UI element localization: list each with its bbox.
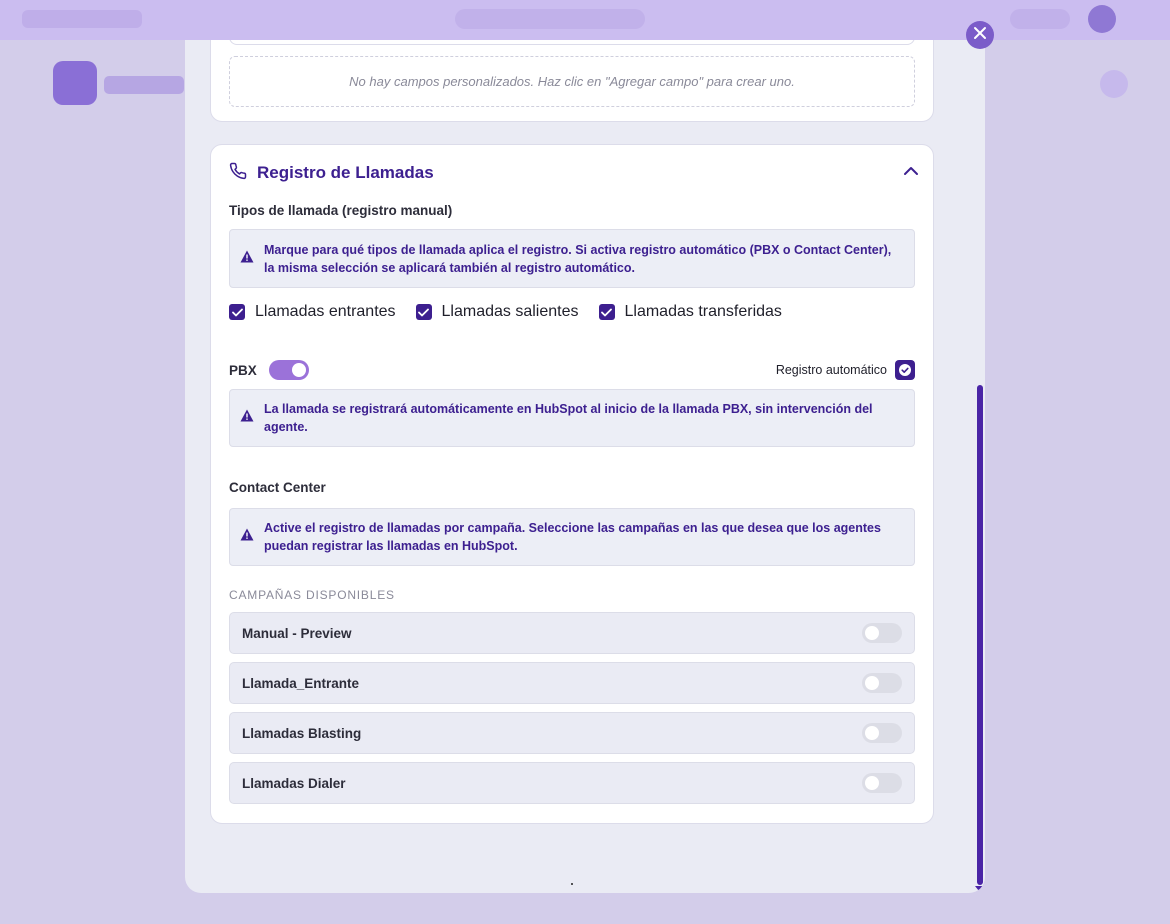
pbx-info: La llamada se registrará automáticamente… [229,389,915,447]
contact-center-info-text: Active el registro de llamadas por campa… [264,521,881,553]
phone-icon [229,162,247,185]
campaign-row: Manual - Preview [229,612,915,654]
check-incoming-calls[interactable]: Llamadas entrantes [229,303,396,321]
check-transferred-label: Llamadas transferidas [624,303,782,320]
check-incoming-label: Llamadas entrantes [255,303,396,320]
call-log-header[interactable]: Registro de Llamadas [229,161,919,185]
close-button[interactable] [966,21,994,49]
pbx-toggle[interactable] [268,360,309,380]
call-types-info: Marque para qué tipos de llamada aplica … [229,229,915,288]
settings-modal: No hay campos personalizados. Haz clic e… [185,40,985,893]
campaigns-label: CAMPAÑAS DISPONIBLES [229,588,395,602]
chevron-up-icon[interactable] [903,163,919,184]
scroll-down-arrow-icon[interactable] [975,886,983,891]
pbx-label: PBX [229,362,257,378]
campaign-name: Manual - Preview [242,625,352,641]
checkbox-checked-icon[interactable] [229,304,245,320]
campaign-toggle[interactable] [862,773,902,793]
campaign-row: Llamada_Entrante [229,662,915,704]
check-transferred-calls[interactable]: Llamadas transferidas [598,303,782,321]
close-icon [973,26,987,45]
call-log-title: Registro de Llamadas [257,163,434,182]
background-circle [1100,70,1128,98]
call-types-heading: Tipos de llamada (registro manual) [229,203,453,218]
campaign-toggle[interactable] [862,723,902,743]
campaign-name: Llamadas Dialer [242,775,346,791]
custom-fields-card: No hay campos personalizados. Haz clic e… [210,40,934,122]
check-outgoing-label: Llamadas salientes [441,303,579,320]
campaign-row: Llamadas Blasting [229,712,915,754]
background-topbar [0,0,1170,40]
check-outgoing-calls[interactable]: Llamadas salientes [415,303,579,321]
background-search [455,9,645,29]
contact-center-info: Active el registro de llamadas por campa… [229,508,915,566]
custom-fields-empty-state: No hay campos personalizados. Haz clic e… [229,56,915,107]
background-app-title [104,76,184,94]
pbx-row: PBX Registro automático [229,360,915,380]
warning-icon [240,528,254,546]
campaign-name: Llamada_Entrante [242,675,360,691]
background-pill [1010,9,1070,29]
warning-icon [240,250,254,268]
campaign-toggle[interactable] [862,673,902,693]
campaign-row: Llamadas Dialer [229,762,915,804]
background-app-icon [53,61,97,105]
call-types-info-text: Marque para qué tipos de llamada aplica … [264,242,892,275]
auto-log-checkbox[interactable] [895,360,915,380]
call-log-card: Registro de Llamadas Tipos de llamada (r… [210,144,934,824]
warning-icon [240,409,254,427]
background-avatar [1088,5,1116,33]
call-types-checkboxes: Llamadas entrantes Llamadas salientes Ll… [229,303,802,321]
checkbox-checked-icon[interactable] [598,304,615,320]
pbx-info-text: La llamada se registrará automáticamente… [264,402,873,434]
checkbox-checked-icon[interactable] [415,304,432,320]
contact-center-heading: Contact Center [229,480,326,495]
custom-fields-previous-element [229,40,915,45]
auto-log-label: Registro automático [775,363,887,377]
auto-log-option[interactable]: Registro automático [776,360,915,380]
loading-dot [571,883,573,885]
campaign-name: Llamadas Blasting [242,725,362,741]
background-logo [22,10,142,28]
campaign-toggle[interactable] [862,623,902,643]
scrollbar-thumb[interactable] [977,385,983,885]
